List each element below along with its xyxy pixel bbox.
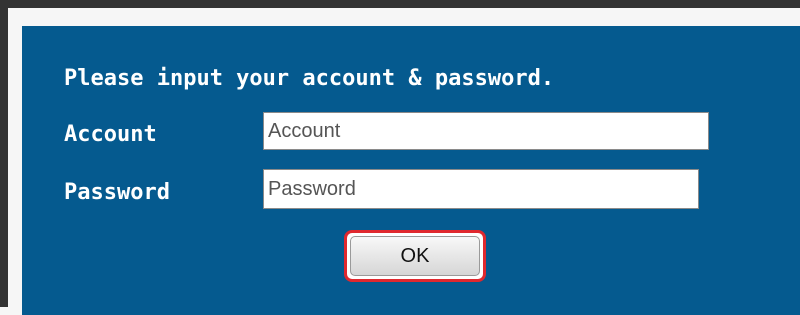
account-label: Account (64, 122, 157, 147)
window-frame: Please input your account & password. Ac… (0, 0, 800, 315)
login-prompt: Please input your account & password. (64, 66, 555, 91)
password-label: Password (64, 180, 170, 205)
login-panel: Please input your account & password. Ac… (22, 26, 800, 315)
password-input[interactable] (263, 169, 699, 209)
account-input[interactable] (263, 112, 709, 150)
ok-button[interactable]: OK (350, 236, 480, 276)
ok-button-highlight: OK (344, 230, 486, 282)
